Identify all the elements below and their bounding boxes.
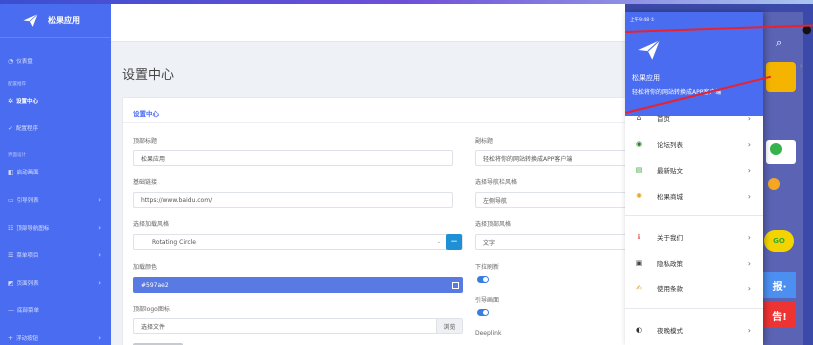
chevron-right-icon: › <box>747 232 751 242</box>
chevron-right-icon: › <box>98 279 101 287</box>
card-title: 设置中心 <box>133 110 159 118</box>
drawer-app-name: 松果应用 <box>632 74 660 82</box>
top-style-select[interactable]: 文字 <box>475 234 627 250</box>
guide-screen-toggle[interactable] <box>477 309 489 316</box>
drawer-item-about[interactable]: ℹ 关于我们 › <box>625 226 763 248</box>
guide-screen-label: 引导画面 <box>475 297 500 304</box>
drawer-item-privacy[interactable]: ▣ 隐私政策 › <box>625 252 763 274</box>
chevron-right-icon: › <box>747 139 751 149</box>
status-bar-time: 上午9:48 ① <box>630 18 655 23</box>
logo-label: 顶部logo图标 <box>133 306 170 313</box>
chevron-right-icon: › <box>98 196 101 204</box>
sidebar-section-label: 界面设计 <box>8 153 26 158</box>
sidebar-item-menu[interactable]: ☰ 菜单项目 › <box>0 251 111 259</box>
image-icon: ◧ <box>8 168 14 176</box>
chevron-right-icon: › <box>747 113 751 123</box>
sidebar-item-nav-icons[interactable]: ☷ 顶部导航图标 › <box>0 224 111 232</box>
go-badge: GO <box>764 230 794 252</box>
red-banner: 告! <box>763 302 796 328</box>
chevron-down-icon: ⌄ <box>436 239 441 245</box>
chevron-right-icon: › <box>747 325 751 335</box>
chevron-right-icon: › <box>98 224 101 232</box>
nav-style-select[interactable]: 左侧导航 <box>475 192 627 208</box>
page-title: 设置中心 <box>122 68 175 83</box>
search-icon[interactable]: ⌕ <box>776 36 782 50</box>
divider <box>123 122 633 123</box>
home-icon: ⌂ <box>636 114 642 122</box>
bottom-menu-icon: — <box>8 306 14 314</box>
chevron-right-icon: › <box>747 165 751 175</box>
drawer-item-posts[interactable]: ▤ 最新贴文 › <box>625 159 763 181</box>
sidebar-item-dashboard[interactable]: ◔ 仪表盘 <box>0 57 111 66</box>
page-icon: ◩ <box>8 279 14 287</box>
subtitle-label: 副标题 <box>475 138 494 145</box>
base-url-label: 基础链接 <box>133 179 158 186</box>
drawer-item-night-mode[interactable]: ◐ 夜晚模式 › <box>625 319 763 341</box>
pull-refresh-label: 下拉刷新 <box>475 264 500 271</box>
settings-card: 设置中心 顶部标题 松果应用 副标题 轻松将你的网站转换成APP客户端 基础链接… <box>122 97 633 345</box>
blue-banner: 报· <box>763 272 796 298</box>
sidebar-item-pages[interactable]: ◩ 页面列表 › <box>0 279 111 287</box>
divider <box>625 308 763 309</box>
terms-icon: ✍ <box>636 284 642 292</box>
float-icon: + <box>8 334 14 342</box>
base-url-input[interactable]: https://www.baidu.com/ <box>133 192 453 208</box>
privacy-icon: ▣ <box>635 259 643 267</box>
loading-color-input[interactable]: #597ae2 <box>133 277 463 293</box>
drawer-item-forum[interactable]: ◉ 论坛列表 › <box>625 133 763 155</box>
menu-icon: ☰ <box>8 251 14 259</box>
color-swatch[interactable] <box>452 282 459 289</box>
top-title-input[interactable]: 松果应用 <box>133 150 453 166</box>
sidebar-item-config[interactable]: ✓ 配置程序 <box>0 124 111 133</box>
forum-icon: ◉ <box>635 140 643 148</box>
subtitle-input[interactable]: 轻松将你的网站转换成APP客户端 <box>475 150 627 166</box>
nav-style-label: 选择导航栏风格 <box>475 179 518 186</box>
green-circle-icon <box>770 143 782 155</box>
pull-refresh-toggle[interactable] <box>477 276 489 283</box>
divider <box>625 215 763 216</box>
chevron-right-icon: › <box>747 283 751 293</box>
minus-button[interactable]: − <box>446 234 462 250</box>
browse-button[interactable]: 浏览 <box>436 319 462 333</box>
sidebar-item-guide[interactable]: ▭ 引导列表 › <box>0 196 111 204</box>
paper-plane-icon <box>638 39 661 60</box>
guide-icon: ▭ <box>8 196 14 204</box>
chevron-right-icon: › <box>98 251 101 259</box>
gear-icon: ✲ <box>8 97 14 105</box>
deeplink-label: Deeplink <box>475 330 502 337</box>
navigation-drawer: 上午9:48 ① 松果应用 轻松将你的网站转换成APP客户端 ⌂ 首页 › ◉ 论坛列… <box>625 12 813 345</box>
chevron-right-icon: › <box>800 62 803 70</box>
loading-style-label: 选择加载风格 <box>133 221 170 228</box>
chevron-right-icon: › <box>747 191 751 201</box>
top-style-label: 选择顶部风格 <box>475 221 512 228</box>
chevron-right-icon: › <box>98 334 101 342</box>
paper-plane-icon <box>23 13 38 27</box>
sidebar-section-label: 配置推荐 <box>8 82 26 87</box>
sidebar-brand[interactable]: 松果应用 <box>0 4 111 38</box>
top-title-label: 顶部标题 <box>133 138 158 145</box>
orange-circle-icon <box>768 178 780 190</box>
brand-name: 松果应用 <box>48 16 80 25</box>
drawer-item-shop[interactable]: ✺ 松果商城 › <box>625 185 763 207</box>
loading-color-label: 加载颜色 <box>133 264 158 271</box>
sidebar-item-float-button[interactable]: + 浮动按钮 › <box>0 334 111 342</box>
sidebar-item-splash[interactable]: ◧ 启动画面 <box>0 168 111 177</box>
drawer-item-terms[interactable]: ✍ 使用条款 › <box>625 277 763 299</box>
chevron-right-icon: › <box>747 258 751 268</box>
loading-style-select[interactable]: Rotating Circle ⌄ − <box>133 234 463 250</box>
info-icon: ℹ <box>637 233 641 241</box>
sidebar-item-settings[interactable]: ✲ 设置中心 <box>0 97 111 106</box>
check-icon: ✓ <box>8 124 14 132</box>
dashboard-icon: ◔ <box>8 57 14 65</box>
drawer-item-home[interactable]: ⌂ 首页 › <box>625 107 763 129</box>
post-icon: ▤ <box>635 166 643 174</box>
moon-icon: ◐ <box>635 326 643 334</box>
nav-icon: ☷ <box>8 224 14 232</box>
sidebar-item-bottom-menu[interactable]: — 底部菜单 <box>0 306 111 315</box>
logo-file-input[interactable]: 选择文件 浏览 <box>133 318 463 334</box>
shop-icon: ✺ <box>636 192 642 200</box>
